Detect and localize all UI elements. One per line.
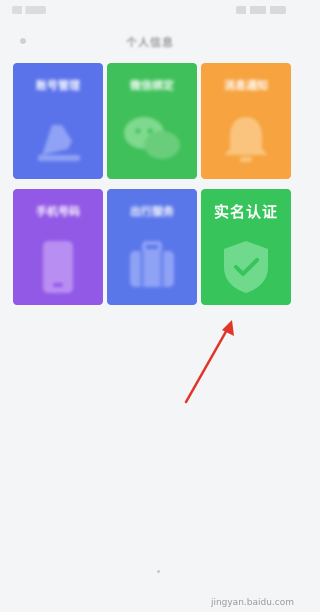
tile-notifications[interactable]: 消息通知 xyxy=(201,63,291,179)
footer-dot xyxy=(157,570,160,573)
status-icons xyxy=(236,6,286,14)
pencil-icon xyxy=(28,111,88,171)
tile-real-name-auth[interactable]: 实名认证 xyxy=(201,189,291,305)
status-time xyxy=(12,6,46,14)
briefcase-icon xyxy=(122,237,182,297)
page-title: 个人信息 xyxy=(126,36,174,49)
bell-icon xyxy=(216,111,276,171)
tile-label: 消息通知 xyxy=(224,79,268,92)
tile-wechat[interactable]: 微信绑定 xyxy=(107,63,197,179)
tile-label: 实名认证 xyxy=(213,203,278,221)
shield-check-icon xyxy=(218,237,274,301)
watermark: jingyan.baidu.com xyxy=(210,598,294,608)
tile-label: 微信绑定 xyxy=(130,79,174,92)
tile-travel[interactable]: 出行服务 xyxy=(107,189,197,305)
status-bar xyxy=(0,0,300,22)
header: 个人信息 xyxy=(0,24,300,60)
tile-phone[interactable]: 手机号码 xyxy=(13,189,103,305)
tile-label: 手机号码 xyxy=(36,205,80,218)
tile-label: 账号管理 xyxy=(36,79,80,92)
annotation-arrow-icon xyxy=(180,318,240,412)
phone-icon xyxy=(33,237,83,301)
tile-account[interactable]: 账号管理 xyxy=(13,63,103,179)
tile-label: 出行服务 xyxy=(130,205,174,218)
wechat-icon xyxy=(120,111,184,171)
